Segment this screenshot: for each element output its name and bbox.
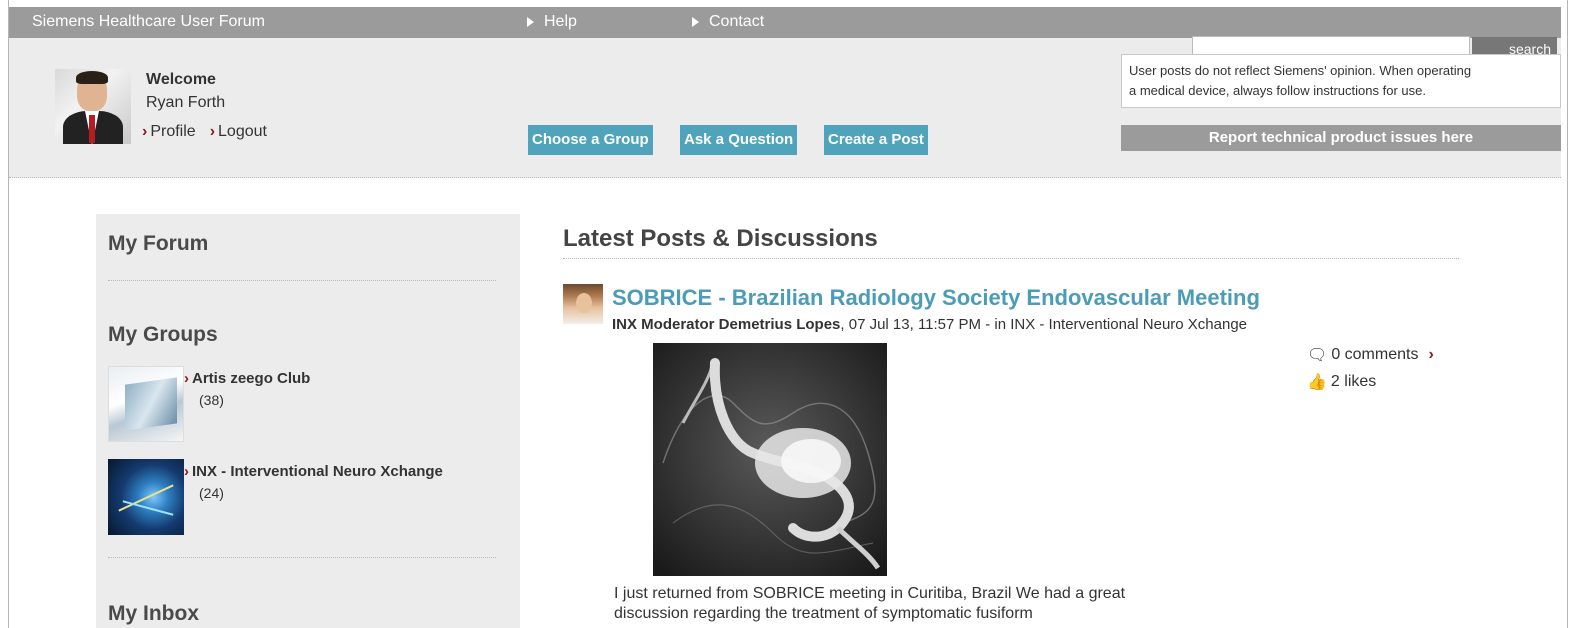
help-label: Help: [544, 13, 577, 30]
chevron-right-icon: ›: [209, 123, 216, 140]
post-meta: INX Moderator Demetrius Lopes, 07 Jul 13…: [612, 316, 1247, 333]
my-forum-heading[interactable]: My Forum: [108, 232, 208, 256]
latest-posts-heading: Latest Posts & Discussions: [563, 225, 878, 252]
triangle-right-icon: [527, 17, 534, 27]
report-issues-button[interactable]: Report technical product issues here: [1121, 125, 1561, 151]
post-meta-rest: , 07 Jul 13, 11:57 PM - in INX - Interve…: [840, 316, 1248, 333]
likes-count: 2 likes: [1330, 373, 1377, 390]
comments-link[interactable]: 🗨 0 comments ›: [1307, 345, 1434, 365]
group-thumbnail[interactable]: [108, 459, 184, 535]
likes-link[interactable]: 👍 2 likes: [1307, 372, 1376, 392]
profile-label: Profile: [150, 123, 196, 140]
ask-question-button[interactable]: Ask a Question: [680, 125, 798, 155]
group-name-label: INX - Interventional Neuro Xchange: [192, 463, 443, 480]
disclaimer-box: User posts do not reflect Siemens' opini…: [1121, 54, 1561, 108]
chevron-right-icon: ›: [184, 370, 189, 387]
choose-group-button[interactable]: Choose a Group: [528, 125, 653, 155]
disclaimer-line: a medical device, always follow instruct…: [1129, 83, 1426, 98]
thumbs-up-icon: 👍: [1307, 374, 1327, 391]
my-groups-heading[interactable]: My Groups: [108, 323, 218, 347]
post-title-link[interactable]: SOBRICE - Brazilian Radiology Society En…: [612, 285, 1260, 311]
header-panel: Welcome Ryan Forth › Profile › Logout Choo…: [9, 36, 1561, 178]
help-link[interactable]: Help: [527, 13, 577, 31]
contact-link[interactable]: Contact: [692, 13, 764, 31]
chevron-right-icon: ›: [184, 463, 189, 480]
group-name-label: Artis zeego Club: [192, 370, 311, 387]
comments-count: 0 comments: [1331, 346, 1419, 363]
window-frame-left: [0, 0, 9, 628]
profile-link[interactable]: › Profile: [142, 123, 196, 141]
contact-label: Contact: [709, 13, 765, 30]
post-body: I just returned from SOBRICE meeting in …: [614, 584, 1214, 624]
sidebar: My Forum My Groups › Artis zeego Club (38…: [96, 214, 520, 628]
post-image[interactable]: [653, 343, 887, 576]
create-post-button[interactable]: Create a Post: [824, 125, 928, 155]
chevron-right-icon: ›: [1428, 346, 1434, 363]
author-avatar[interactable]: [563, 284, 603, 324]
divider: [108, 280, 496, 281]
logout-link[interactable]: › Logout: [210, 123, 267, 141]
window-frame-right: [1567, 0, 1573, 628]
divider: [563, 258, 1459, 259]
my-inbox-heading[interactable]: My Inbox: [108, 602, 199, 626]
post-author[interactable]: INX Moderator Demetrius Lopes: [612, 316, 840, 333]
chevron-right-icon: ›: [142, 123, 148, 140]
group-count: (24): [199, 485, 224, 501]
speech-bubble-icon: 🗨: [1307, 347, 1328, 364]
site-title[interactable]: Siemens Healthcare User Forum: [32, 13, 265, 31]
group-name[interactable]: › INX - Interventional Neuro Xchange: [184, 463, 443, 480]
search-input[interactable]: [1192, 36, 1470, 56]
user-name: Ryan Forth: [146, 94, 226, 111]
divider: [108, 557, 496, 558]
logout-label: Logout: [218, 123, 267, 140]
disclaimer-line: User posts do not reflect Siemens' opini…: [1129, 63, 1472, 78]
post-body-line: I just returned from SOBRICE meeting in …: [614, 585, 1126, 602]
group-count: (38): [199, 392, 224, 408]
top-nav-bar: Siemens Healthcare User Forum Help Conta…: [9, 7, 1561, 38]
post-body-line: discussion regarding the treatment of sy…: [614, 605, 1033, 622]
user-avatar[interactable]: [55, 69, 131, 144]
group-name[interactable]: › Artis zeego Club: [184, 370, 310, 387]
welcome-label: Welcome: [146, 71, 216, 88]
triangle-right-icon: [692, 17, 699, 27]
group-thumbnail[interactable]: [108, 366, 184, 442]
